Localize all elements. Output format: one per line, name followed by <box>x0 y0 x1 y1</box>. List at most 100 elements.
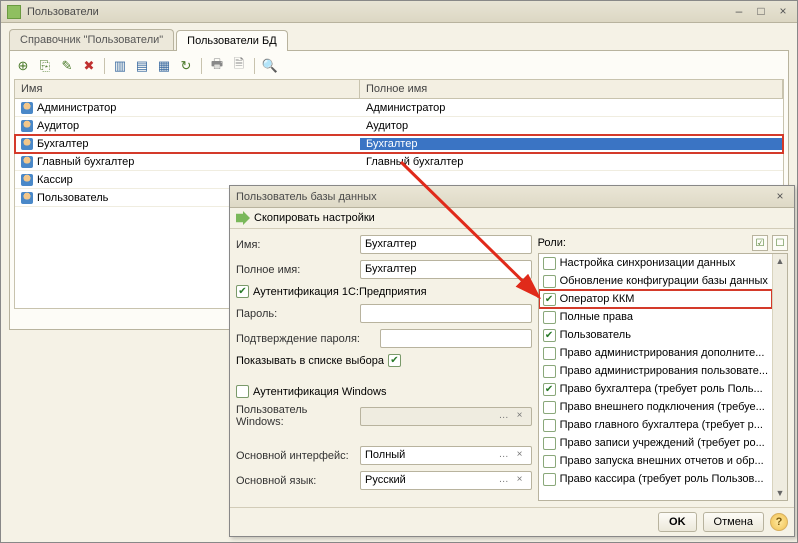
role-item[interactable]: Право записи учреждений (требует ро... <box>539 434 772 452</box>
fullname-input[interactable]: Бухгалтер <box>360 260 532 279</box>
role-label: Полные права <box>560 311 633 323</box>
confirm-password-input[interactable] <box>380 329 532 348</box>
add-button[interactable]: ⊕ <box>14 57 32 75</box>
cancel-button[interactable]: Отмена <box>703 512 764 532</box>
filter2-button[interactable]: ▤ <box>133 57 151 75</box>
col-name[interactable]: Имя <box>15 80 360 98</box>
tabs: Справочник "Пользователи" Пользователи Б… <box>9 29 789 50</box>
ok-button[interactable]: OK <box>658 512 697 532</box>
role-label: Оператор ККМ <box>560 293 635 305</box>
copy-settings-button[interactable]: Скопировать настройки <box>254 212 375 224</box>
role-checkbox[interactable]: ✔ <box>543 293 556 306</box>
clear-icon[interactable]: × <box>513 474 527 489</box>
cell-name: Кассир <box>37 174 73 186</box>
role-checkbox[interactable] <box>543 257 556 270</box>
role-checkbox[interactable] <box>543 473 556 486</box>
label-name: Имя: <box>236 239 356 251</box>
role-item[interactable]: Право внешнего подключения (требуе... <box>539 398 772 416</box>
cell-fullname: Администратор <box>366 102 445 114</box>
role-label: Право администрирования пользовате... <box>560 365 768 377</box>
tab-directory-users[interactable]: Справочник "Пользователи" <box>9 29 174 50</box>
table-row[interactable]: АудиторАудитор <box>15 117 783 135</box>
table-row[interactable]: Главный бухгалтерГлавный бухгалтер <box>15 153 783 171</box>
window-close-button[interactable]: × <box>775 5 791 19</box>
role-item[interactable]: ✔ Право бухгалтера (требует роль Поль... <box>539 380 772 398</box>
scroll-down-icon[interactable]: ▼ <box>773 486 787 500</box>
clear-icon: × <box>513 410 527 425</box>
scrollbar[interactable]: ▲ ▼ <box>772 254 787 500</box>
ellipsis-icon[interactable]: … <box>497 474 511 489</box>
auth-1c-checkbox[interactable]: ✔ <box>236 285 249 298</box>
uncheck-all-button[interactable]: ☐ <box>772 235 788 251</box>
role-item[interactable]: Право кассира (требует роль Пользов... <box>539 470 772 488</box>
table-row[interactable]: Администратор Администратор <box>15 99 783 117</box>
edit-button[interactable]: ✎ <box>58 57 76 75</box>
window-minimize-button[interactable]: – <box>731 5 747 19</box>
role-item[interactable]: Настройка синхронизации данных <box>539 254 772 272</box>
search-icon[interactable]: 🔍 <box>261 57 279 75</box>
table-row[interactable]: БухгалтерБухгалтер <box>15 135 783 153</box>
scroll-up-icon[interactable]: ▲ <box>773 254 787 268</box>
user-icon <box>21 156 33 168</box>
main-interface-select[interactable]: Полный × … <box>360 446 532 465</box>
auth-windows-checkbox[interactable] <box>236 385 249 398</box>
label-main-interface: Основной интерфейс: <box>236 450 356 462</box>
password-input[interactable] <box>360 304 532 323</box>
role-item[interactable]: ✔ Оператор ККМ <box>539 290 772 308</box>
db-user-dialog: Пользователь базы данных × Скопировать н… <box>229 185 795 537</box>
role-item[interactable]: Обновление конфигурации базы данных <box>539 272 772 290</box>
dialog-close-button[interactable]: × <box>772 190 788 204</box>
role-label: Настройка синхронизации данных <box>560 257 736 269</box>
role-item[interactable]: Право администрирования пользовате... <box>539 362 772 380</box>
refresh-button[interactable]: ↻ <box>177 57 195 75</box>
app-icon <box>7 5 21 19</box>
cell-name: Администратор <box>37 102 116 114</box>
role-checkbox[interactable] <box>543 401 556 414</box>
cell-name: Бухгалтер <box>37 138 88 150</box>
roles-list[interactable]: Настройка синхронизации данных Обновление… <box>538 253 788 501</box>
copy-settings-icon <box>236 211 250 225</box>
role-checkbox[interactable] <box>543 455 556 468</box>
role-checkbox[interactable] <box>543 419 556 432</box>
role-label: Право записи учреждений (требует ро... <box>560 437 765 449</box>
ellipsis-icon[interactable]: … <box>497 449 511 464</box>
role-label: Право администрирования дополните... <box>560 347 765 359</box>
label-confirm: Подтверждение пароля: <box>236 333 376 345</box>
export-button[interactable]: 🗎 <box>230 57 248 75</box>
tab-db-users[interactable]: Пользователи БД <box>176 30 288 51</box>
role-checkbox[interactable]: ✔ <box>543 383 556 396</box>
role-checkbox[interactable] <box>543 365 556 378</box>
cell-fullname: Аудитор <box>366 120 408 132</box>
copy-button[interactable]: ⎘ <box>36 57 54 75</box>
role-item[interactable]: Полные права <box>539 308 772 326</box>
user-icon <box>21 120 33 132</box>
filter-clear-button[interactable]: ▦ <box>155 57 173 75</box>
role-checkbox[interactable]: ✔ <box>543 329 556 342</box>
role-checkbox[interactable] <box>543 311 556 324</box>
main-language-select[interactable]: Русский × … <box>360 471 532 490</box>
show-in-list-checkbox[interactable]: ✔ <box>388 354 401 367</box>
help-button[interactable]: ? <box>770 513 788 531</box>
check-all-button[interactable]: ☑ <box>752 235 768 251</box>
clear-icon[interactable]: × <box>513 449 527 464</box>
role-item[interactable]: Право главного бухгалтера (требует р... <box>539 416 772 434</box>
window-maximize-button[interactable]: □ <box>753 5 769 19</box>
role-label: Право кассира (требует роль Пользов... <box>560 473 764 485</box>
name-input[interactable]: Бухгалтер <box>360 235 532 254</box>
role-checkbox[interactable] <box>543 347 556 360</box>
role-item[interactable]: Право администрирования дополните... <box>539 344 772 362</box>
dialog-footer: OK Отмена ? <box>230 507 794 536</box>
main-titlebar: Пользователи – □ × <box>1 1 797 23</box>
delete-button[interactable]: ✖ <box>80 57 98 75</box>
filter-button[interactable]: ▥ <box>111 57 129 75</box>
role-checkbox[interactable] <box>543 275 556 288</box>
col-fullname[interactable]: Полное имя <box>360 80 783 98</box>
role-label: Право бухгалтера (требует роль Поль... <box>560 383 763 395</box>
cell-fullname: Главный бухгалтер <box>366 156 463 168</box>
role-item[interactable]: Право запуска внешних отчетов и обр... <box>539 452 772 470</box>
label-win-user: Пользователь Windows: <box>236 404 356 428</box>
print-button[interactable]: 🖶 <box>208 57 226 75</box>
role-checkbox[interactable] <box>543 437 556 450</box>
roles-label: Роли: <box>538 237 566 249</box>
role-item[interactable]: ✔Пользователь <box>539 326 772 344</box>
